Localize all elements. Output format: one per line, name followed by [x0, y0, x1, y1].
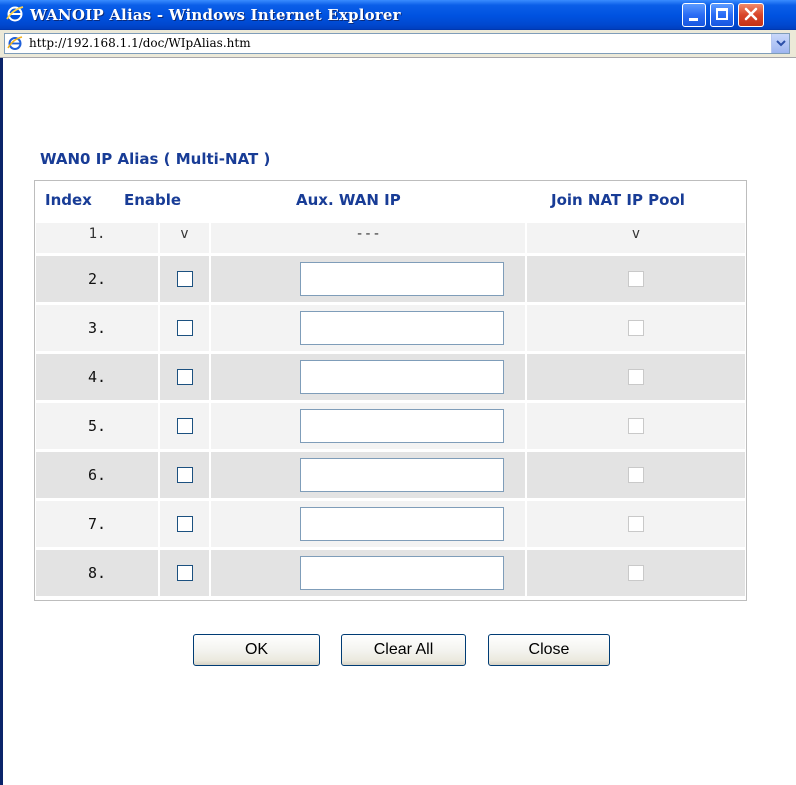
aux-wan-ip-input[interactable]: [300, 262, 504, 296]
header-index: Index: [45, 191, 92, 209]
enable-checkbox[interactable]: [176, 467, 193, 483]
minimize-icon: [689, 18, 698, 21]
aux-wan-ip-input[interactable]: [300, 409, 504, 443]
row-index: 8.: [87, 564, 107, 582]
close-window-button[interactable]: [738, 3, 764, 27]
table-row: 7.: [36, 501, 745, 547]
table-row: 5.: [36, 403, 745, 449]
maximize-icon: [716, 8, 728, 20]
join-nat-checkbox[interactable]: [628, 369, 644, 385]
table-row: 4.: [36, 354, 745, 400]
minimize-button[interactable]: [682, 3, 706, 27]
join-nat-checkbox[interactable]: [628, 565, 644, 581]
row-index: 2.: [87, 270, 107, 288]
join-nat-checkbox[interactable]: [628, 271, 644, 287]
aux-wan-ip-input[interactable]: [300, 556, 504, 590]
enable-checkbox[interactable]: [176, 369, 193, 385]
section-title: WAN0 IP Alias ( Multi-NAT ): [40, 150, 271, 168]
header-enable: Enable: [124, 191, 182, 209]
window-title-bar[interactable]: WANOIP Alias - Windows Internet Explorer: [0, 0, 796, 30]
clear-all-button[interactable]: Clear All: [341, 634, 466, 666]
address-field[interactable]: http://192.168.1.1/doc/WIpAlias.htm: [4, 33, 790, 54]
enable-checkbox[interactable]: [176, 516, 193, 532]
ok-button[interactable]: OK: [193, 634, 320, 666]
join-nat-checkbox[interactable]: [628, 467, 644, 483]
aux-wan-ip-input[interactable]: [300, 360, 504, 394]
row-join-nat-value: v: [631, 226, 641, 242]
row-index: 1.: [88, 226, 106, 242]
enable-checkbox[interactable]: [176, 271, 193, 287]
row-index: 4.: [87, 368, 107, 386]
row-index: 7.: [87, 515, 107, 533]
maximize-button[interactable]: [710, 3, 734, 27]
row-enable-value: v: [180, 226, 189, 242]
window-title: WANOIP Alias - Windows Internet Explorer: [30, 6, 401, 24]
join-nat-checkbox[interactable]: [628, 418, 644, 434]
enable-checkbox[interactable]: [176, 418, 193, 434]
table-row: 1. v --- v: [36, 223, 745, 253]
row-index: 5.: [87, 417, 107, 435]
table-row: 3.: [36, 305, 745, 351]
row-index: 6.: [87, 466, 107, 484]
enable-checkbox[interactable]: [176, 320, 193, 336]
chevron-down-icon: [776, 40, 786, 47]
ie-icon: [6, 6, 24, 22]
page-ie-icon: [7, 36, 23, 50]
table-row: 6.: [36, 452, 745, 498]
row-aux-wan-ip-value: ---: [355, 226, 381, 242]
aux-wan-ip-input[interactable]: [300, 507, 504, 541]
table-row: 8.: [36, 550, 745, 596]
address-bar: http://192.168.1.1/doc/WIpAlias.htm: [0, 30, 796, 58]
address-url: http://192.168.1.1/doc/WIpAlias.htm: [29, 36, 251, 50]
close-button[interactable]: Close: [488, 634, 610, 666]
aux-wan-ip-input[interactable]: [300, 311, 504, 345]
row-index: 3.: [87, 319, 107, 337]
table-row: 2.: [36, 256, 745, 302]
header-join-nat-ip-pool: Join NAT IP Pool: [551, 191, 685, 209]
header-aux-wan-ip: Aux. WAN IP: [296, 191, 401, 209]
join-nat-checkbox[interactable]: [628, 320, 644, 336]
address-dropdown-button[interactable]: [771, 34, 789, 53]
join-nat-checkbox[interactable]: [628, 516, 644, 532]
enable-checkbox[interactable]: [176, 565, 193, 581]
aux-wan-ip-input[interactable]: [300, 458, 504, 492]
close-icon: [744, 7, 758, 21]
